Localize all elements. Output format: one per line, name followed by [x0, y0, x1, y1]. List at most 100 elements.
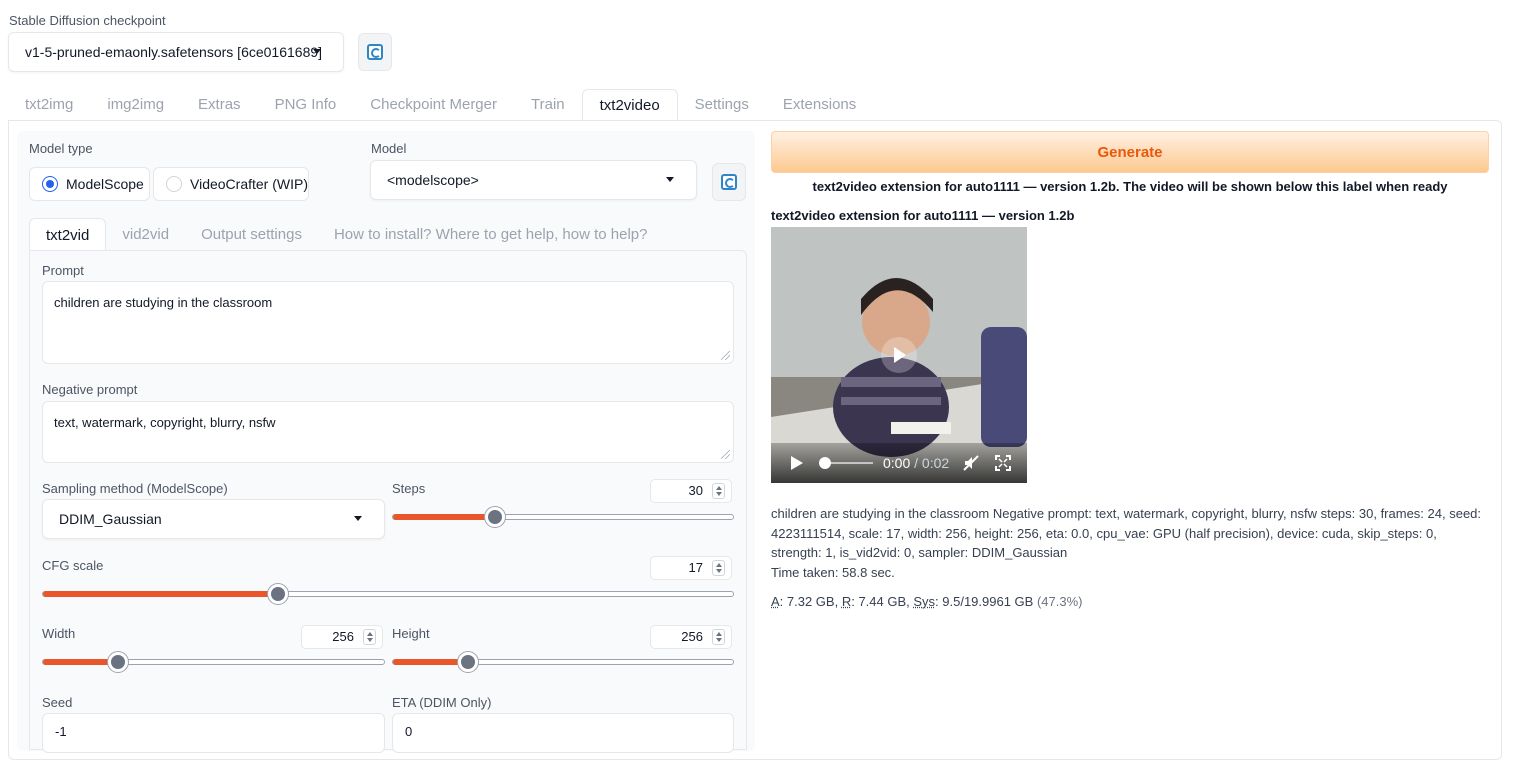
video-title: text2video extension for auto1111 — vers… — [771, 208, 1074, 223]
mem-sys-value: : 9.5/19.9961 GB — [935, 594, 1037, 609]
cfg-label: CFG scale — [42, 558, 103, 573]
mem-r-label: R — [842, 594, 851, 609]
cfg-slider-thumb[interactable] — [268, 584, 288, 604]
refresh-icon — [367, 44, 383, 60]
steps-slider-fill — [393, 514, 495, 520]
video-time: 0:00 / 0:02 — [883, 455, 949, 471]
cfg-slider[interactable] — [42, 591, 734, 597]
radio-modelscope-label: ModelScope — [66, 176, 144, 192]
refresh-checkpoint-button[interactable] — [358, 33, 392, 71]
height-label: Height — [392, 626, 430, 641]
model-dropdown[interactable]: <modelscope> — [370, 160, 697, 200]
refresh-model-button[interactable] — [712, 163, 746, 201]
height-slider-thumb[interactable] — [458, 652, 478, 672]
sampler-label: Sampling method (ModelScope) — [42, 481, 228, 496]
tab-png-info[interactable]: PNG Info — [258, 89, 354, 121]
sub-tabs: txt2vid vid2vid Output settings How to i… — [29, 218, 663, 251]
model-type-label: Model type — [29, 141, 93, 156]
negative-prompt-label: Negative prompt — [42, 382, 137, 397]
cfg-value: 17 — [689, 560, 703, 575]
seed-input[interactable]: -1 — [42, 713, 385, 753]
resize-handle-icon[interactable] — [721, 351, 730, 360]
cfg-slider-fill — [43, 591, 278, 597]
subtab-txt2vid[interactable]: txt2vid — [29, 218, 106, 251]
tab-checkpoint-merger[interactable]: Checkpoint Merger — [353, 89, 514, 121]
tab-img2img[interactable]: img2img — [90, 89, 181, 121]
main-tabs: txt2img img2img Extras PNG Info Checkpoi… — [8, 89, 873, 121]
status-label: text2video extension for auto1111 — vers… — [771, 179, 1489, 194]
tab-settings[interactable]: Settings — [678, 89, 766, 121]
negative-prompt-input[interactable]: text, watermark, copyright, blurry, nsfw — [42, 401, 734, 463]
center-play-button[interactable] — [881, 337, 917, 373]
height-value: 256 — [681, 629, 703, 644]
chevron-down-icon — [313, 49, 321, 54]
prompt-label: Prompt — [42, 263, 84, 278]
height-number-input[interactable]: 256 — [650, 625, 732, 649]
negative-prompt-text: text, watermark, copyright, blurry, nsfw — [54, 415, 276, 430]
video-time-total: / 0:02 — [914, 455, 949, 471]
tab-txt2video[interactable]: txt2video — [582, 89, 678, 121]
checkpoint-value: v1-5-pruned-emaonly.safetensors [6ce0161… — [25, 44, 322, 60]
cfg-number-input[interactable]: 17 — [650, 556, 732, 580]
steps-number-input[interactable]: 30 — [650, 479, 732, 503]
model-label: Model — [371, 141, 406, 156]
generate-button[interactable]: Generate — [771, 131, 1489, 173]
width-value: 256 — [332, 629, 354, 644]
chevron-down-icon — [666, 177, 674, 182]
memory-stats: A: 7.32 GB, R: 7.44 GB, Sys: 9.5/19.9961… — [771, 594, 1082, 609]
subtab-output-settings[interactable]: Output settings — [185, 218, 318, 251]
mem-a-value: : 7.32 GB, — [780, 594, 842, 609]
steps-value: 30 — [689, 483, 703, 498]
sampler-dropdown[interactable]: DDIM_Gaussian — [42, 499, 385, 539]
play-icon — [894, 347, 906, 363]
checkpoint-label: Stable Diffusion checkpoint — [9, 13, 166, 28]
tab-extras[interactable]: Extras — [181, 89, 258, 121]
spinner-icon[interactable] — [712, 560, 725, 576]
spinner-icon[interactable] — [712, 629, 725, 645]
radio-dot-icon — [42, 176, 58, 192]
video-controls: 0:00 / 0:02 — [771, 443, 1027, 483]
mem-a-label: A — [771, 594, 780, 609]
mute-icon[interactable] — [963, 455, 979, 471]
mem-r-value: : 7.44 GB, — [851, 594, 913, 609]
eta-input[interactable]: 0 — [392, 713, 734, 753]
height-slider-fill — [393, 659, 468, 665]
spinner-icon[interactable] — [363, 629, 376, 645]
prompt-input[interactable]: children are studying in the classroom — [42, 281, 734, 364]
checkpoint-dropdown[interactable]: v1-5-pruned-emaonly.safetensors [6ce0161… — [8, 32, 344, 72]
mem-percent: (47.3%) — [1037, 594, 1083, 609]
chevron-down-icon — [354, 516, 362, 521]
spinner-icon[interactable] — [712, 483, 725, 499]
mem-sys-label: Sys — [913, 594, 935, 609]
radio-videocrafter-label: VideoCrafter (WIP) — [190, 176, 308, 192]
generation-info: children are studying in the classroom N… — [771, 504, 1489, 563]
resize-handle-icon[interactable] — [721, 450, 730, 459]
sampler-value: DDIM_Gaussian — [59, 511, 162, 527]
prompt-text: children are studying in the classroom — [54, 295, 272, 310]
height-slider[interactable] — [392, 659, 734, 665]
tab-train[interactable]: Train — [514, 89, 582, 121]
video-time-current: 0:00 — [883, 455, 910, 471]
play-icon[interactable] — [791, 456, 803, 470]
subtab-how-to-install[interactable]: How to install? Where to get help, how t… — [318, 218, 664, 251]
subtab-vid2vid[interactable]: vid2vid — [106, 218, 185, 251]
fullscreen-icon[interactable] — [995, 455, 1011, 471]
eta-label: ETA (DDIM Only) — [392, 695, 491, 710]
tab-txt2img[interactable]: txt2img — [8, 89, 90, 121]
width-number-input[interactable]: 256 — [301, 625, 383, 649]
width-slider-fill — [43, 659, 118, 665]
width-label: Width — [42, 626, 75, 641]
width-slider[interactable] — [42, 659, 385, 665]
radio-dot-icon — [166, 176, 182, 192]
radio-videocrafter[interactable]: VideoCrafter (WIP) — [153, 167, 309, 201]
steps-slider[interactable] — [392, 514, 734, 520]
steps-label: Steps — [392, 481, 425, 496]
tab-extensions[interactable]: Extensions — [766, 89, 873, 121]
time-taken: Time taken: 58.8 sec. — [771, 565, 895, 580]
video-progress-thumb[interactable] — [819, 457, 831, 469]
radio-modelscope[interactable]: ModelScope — [29, 167, 150, 201]
steps-slider-thumb[interactable] — [485, 507, 505, 527]
width-slider-thumb[interactable] — [108, 652, 128, 672]
video-player[interactable]: 0:00 / 0:02 — [771, 227, 1027, 483]
model-value: <modelscope> — [387, 172, 479, 188]
